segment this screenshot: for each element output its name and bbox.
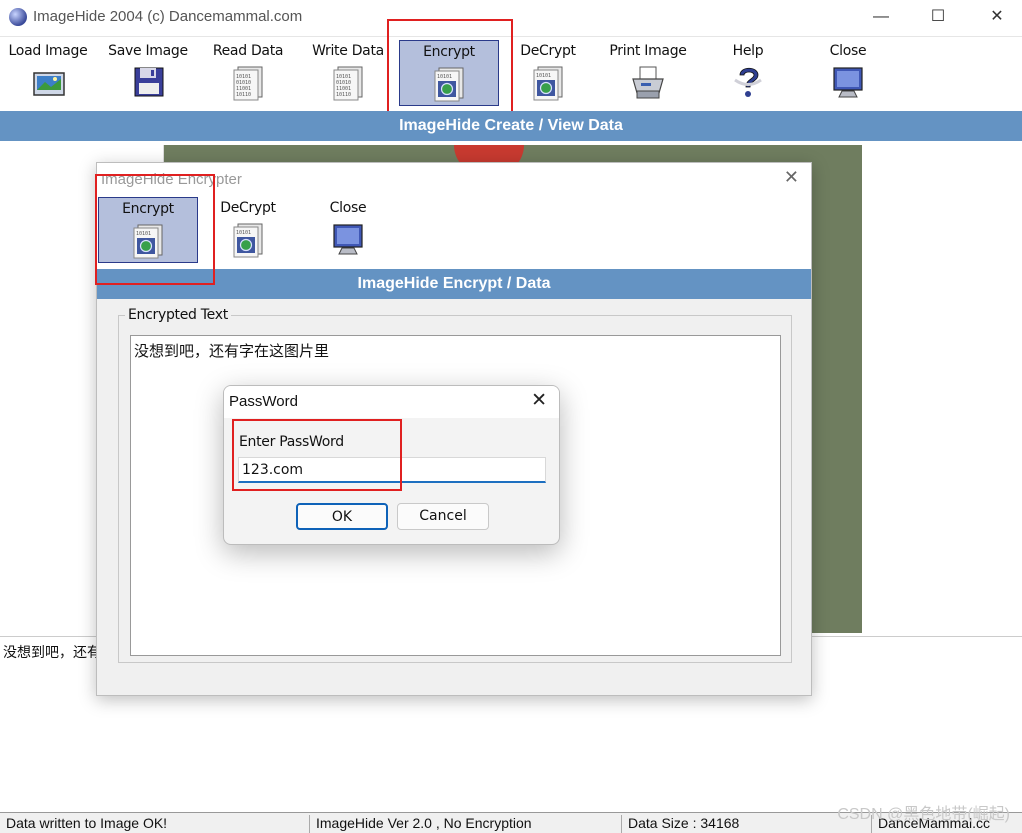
ok-button[interactable]: OK [296,503,388,530]
printer-icon [632,66,664,99]
encrypter-close-label: Close [329,200,367,216]
write-data-label: Write Data [312,43,384,59]
highlight-dialog-encrypt [95,174,215,285]
write-data-icon: 10101 01010 11001 10110 [333,66,363,101]
print-image-button[interactable]: Print Image [600,40,696,106]
load-image-label: Load Image [8,43,88,59]
main-banner: ImageHide Create / View Data [0,111,1022,141]
svg-text:10110: 10110 [336,92,351,98]
encrypted-text-label: Encrypted Text [125,307,231,323]
svg-text:10101: 10101 [236,230,251,236]
save-image-button[interactable]: Save Image [100,40,196,106]
read-data-button[interactable]: Read Data 10101 01010 11001 10110 [200,40,296,106]
help-button[interactable]: Help [700,40,796,106]
status-message: Data written to Image OK! [6,815,168,831]
decrypt-label: DeCrypt [520,43,576,59]
maximize-button[interactable]: ☐ [923,6,953,28]
password-title: PassWord [229,393,298,410]
close-app-label: Close [829,43,867,59]
decrypt-icon: 10101 [533,66,563,101]
password-close-button[interactable]: ✕ [531,389,547,412]
help-label: Help [732,43,764,59]
decrypt-button[interactable]: DeCrypt 10101 [500,40,596,106]
highlight-encrypt [387,19,513,126]
svg-text:10110: 10110 [236,92,251,98]
encrypter-close-button[interactable]: ✕ [784,167,799,188]
highlight-password [232,419,402,491]
password-title-bar: PassWord ✕ [224,386,559,418]
save-image-icon [134,67,164,97]
watermark: CSDN @黑色地带(崛起) [837,806,1010,823]
help-icon [734,67,762,97]
write-data-button[interactable]: Write Data 10101 01010 11001 10110 [300,40,396,106]
encrypter-close-tool-button[interactable]: Close [300,197,396,263]
decrypt-icon: 10101 [233,223,263,258]
save-image-label: Save Image [108,43,188,59]
read-data-icon: 10101 01010 11001 10110 [233,66,263,101]
read-data-label: Read Data [212,43,284,59]
window-title: ImageHide 2004 (c) Dancemammal.com [33,8,303,25]
monitor-close-icon [833,67,863,98]
encrypted-text: 没想到吧，还有字在这图片里 [134,342,330,360]
svg-text:10101: 10101 [536,73,551,79]
monitor-close-icon [333,224,363,255]
minimize-button[interactable]: — [866,6,896,28]
print-image-label: Print Image [609,43,687,59]
close-button[interactable]: ✕ [982,6,1012,28]
status-data-size: Data Size : 34168 [621,815,869,833]
load-image-button[interactable]: Load Image [0,40,96,106]
close-app-button[interactable]: Close [800,40,896,106]
data-text: 没想到吧，还有 [3,645,101,661]
imagehide-window: ImageHide 2004 (c) Dancemammal.com — ☐ ✕… [0,0,1022,833]
load-image-icon [33,72,65,96]
status-version: ImageHide Ver 2.0 , No Encryption [309,815,619,833]
cancel-button[interactable]: Cancel [397,503,489,530]
app-icon [9,8,27,26]
